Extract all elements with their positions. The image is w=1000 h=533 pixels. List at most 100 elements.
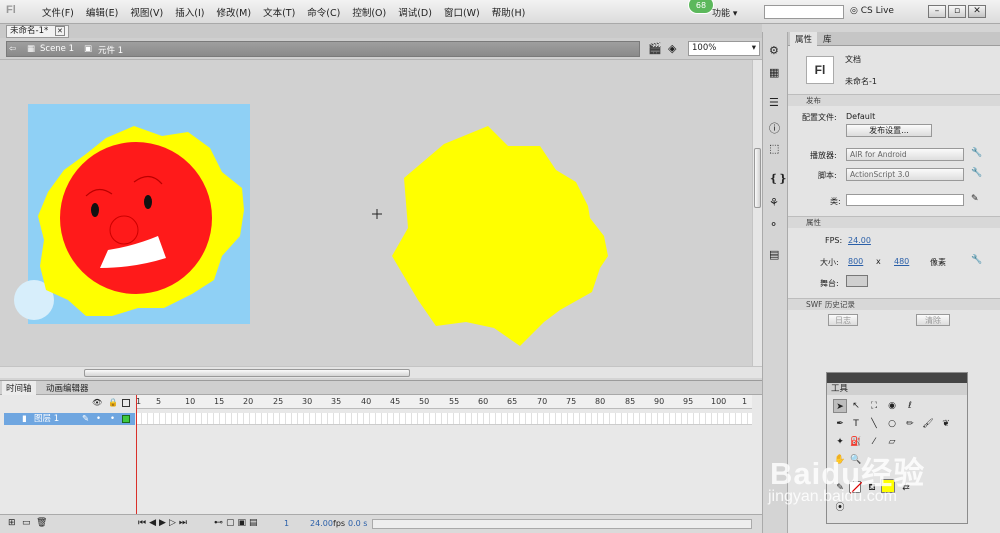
3d-rotation-tool-icon[interactable]: ◉: [885, 399, 899, 413]
tab-library[interactable]: 库: [818, 32, 837, 46]
wrench-icon[interactable]: 🔧: [971, 148, 982, 158]
ruler-tick: 50: [419, 397, 430, 406]
horizontal-scroll-thumb[interactable]: [84, 369, 410, 377]
lasso-tool-icon[interactable]: ℓ: [903, 399, 917, 413]
outline-icon[interactable]: [122, 399, 130, 407]
onion-skin-icon[interactable]: ⊷▢▣▤: [214, 518, 261, 528]
menu-text[interactable]: 文本(T): [257, 5, 301, 19]
tab-close-icon[interactable]: ✕: [54, 26, 65, 36]
section-properties[interactable]: 属性: [788, 216, 1000, 228]
playback-controls-icon[interactable]: ⏮◀▶▷⏭: [138, 518, 190, 528]
paint-bucket-tool-icon[interactable]: ⛽: [849, 435, 863, 449]
back-arrow-icon[interactable]: ⇦: [9, 44, 16, 54]
bone-tool-icon[interactable]: ✦: [833, 435, 847, 449]
edit-symbols-icon[interactable]: ◈: [668, 42, 676, 55]
pen-tool-icon[interactable]: ✒: [833, 417, 847, 431]
swatches-icon[interactable]: ▦: [769, 66, 779, 79]
menu-insert[interactable]: 插入(I): [169, 5, 210, 19]
clear-button[interactable]: 清除: [916, 314, 950, 326]
menu-commands[interactable]: 命令(C): [301, 5, 346, 19]
code-snippets-icon[interactable]: ❴❵: [769, 172, 787, 185]
document-tab-label: 未命名-1*: [10, 26, 49, 36]
pencil-tool-icon[interactable]: ✏: [903, 417, 917, 431]
frame-rate[interactable]: 24.00: [310, 519, 333, 528]
new-folder-icon[interactable]: ▭: [22, 518, 31, 528]
breadcrumb-scene[interactable]: Scene 1: [40, 44, 74, 54]
publish-settings-button[interactable]: 发布设置...: [846, 124, 932, 137]
workspace-switcher[interactable]: 功能 ▾: [712, 6, 737, 19]
eyedropper-tool-icon[interactable]: ⁄: [867, 435, 881, 449]
subselection-tool-icon[interactable]: ↖: [849, 399, 863, 413]
tab-timeline[interactable]: 时间轴: [2, 381, 36, 395]
timeline-horizontal-scrollbar[interactable]: [372, 519, 752, 529]
text-tool-icon[interactable]: T: [849, 417, 863, 431]
transform-icon[interactable]: ⬚: [769, 142, 779, 155]
stage-color-swatch[interactable]: [846, 275, 868, 287]
restore-icon[interactable]: ▫: [948, 5, 966, 18]
zoom-select[interactable]: 100% ▾: [688, 41, 760, 56]
lock-dot[interactable]: •: [110, 413, 115, 425]
outline-color-swatch[interactable]: [122, 415, 130, 423]
timeline-ruler[interactable]: 1 5 10 15 20 25 30 35 40 45 50 55 60 65 …: [136, 395, 752, 409]
menu-help[interactable]: 帮助(H): [486, 5, 532, 19]
vertical-scroll-thumb[interactable]: [754, 148, 761, 208]
motion-presets-icon[interactable]: ⚬: [769, 218, 778, 231]
tools-title-bar[interactable]: [827, 373, 967, 383]
script-select[interactable]: ActionScript 3.0: [846, 168, 964, 181]
pencil-icon[interactable]: ✎: [971, 194, 979, 204]
align-icon[interactable]: ☰: [769, 96, 779, 109]
line-tool-icon[interactable]: ╲: [867, 417, 881, 431]
deco-tool-icon[interactable]: ❦: [939, 417, 953, 431]
breadcrumb-symbol[interactable]: 元件 1: [98, 44, 123, 56]
new-layer-icon[interactable]: ⊞: [8, 518, 16, 528]
visibility-dot[interactable]: •: [96, 413, 101, 425]
free-transform-tool-icon[interactable]: ⛶: [867, 399, 881, 413]
section-publish[interactable]: 发布: [788, 94, 1000, 106]
layer-row[interactable]: ▮ 图层 1 ✎ • •: [4, 413, 135, 425]
height-value[interactable]: 480: [894, 257, 909, 266]
menu-control[interactable]: 控制(O): [346, 5, 392, 19]
cs-live-button[interactable]: ◎ CS Live: [850, 6, 894, 16]
playhead[interactable]: [136, 395, 137, 523]
eye-icon[interactable]: 👁: [92, 398, 102, 407]
menu-view[interactable]: 视图(V): [124, 5, 169, 19]
wrench-icon[interactable]: 🔧: [971, 168, 982, 178]
stage-vertical-scrollbar[interactable]: [752, 60, 762, 366]
components-icon[interactable]: ⚘: [769, 196, 779, 209]
section-swf-history[interactable]: SWF 历史记录: [788, 298, 1000, 310]
brush-tool-icon[interactable]: 🖌: [921, 417, 935, 431]
menu-edit[interactable]: 编辑(E): [80, 5, 124, 19]
search-input[interactable]: [764, 5, 844, 19]
library-icon[interactable]: ⚙: [769, 44, 779, 57]
eraser-tool-icon[interactable]: ▱: [885, 435, 899, 449]
stage[interactable]: [0, 60, 752, 366]
document-tab[interactable]: 未命名-1* ✕: [6, 25, 69, 38]
tab-properties[interactable]: 属性: [790, 32, 818, 46]
menu-file[interactable]: 文件(F): [36, 5, 80, 19]
history-icon[interactable]: ▤: [769, 248, 779, 261]
wrench-icon[interactable]: 🔧: [971, 255, 982, 265]
minimize-icon[interactable]: –: [928, 5, 946, 18]
stage-canvas: [14, 104, 608, 346]
menu-modify[interactable]: 修改(M): [210, 5, 257, 19]
info-icon[interactable]: ⓘ: [769, 120, 780, 136]
oval-tool-icon[interactable]: ○: [885, 417, 899, 431]
tab-motion-editor[interactable]: 动画编辑器: [42, 381, 93, 395]
zoom-value: 100%: [692, 43, 717, 53]
menu-window[interactable]: 窗口(W): [438, 5, 486, 19]
menu-debug[interactable]: 调试(D): [392, 5, 438, 19]
delete-layer-icon[interactable]: 🗑: [36, 518, 47, 528]
edit-scene-icon[interactable]: 🎬: [648, 42, 662, 55]
notification-badge[interactable]: 68: [688, 0, 714, 14]
menu-items: 文件(F) 编辑(E) 视图(V) 插入(I) 修改(M) 文本(T) 命令(C…: [36, 5, 531, 19]
class-input[interactable]: [846, 194, 964, 206]
log-button[interactable]: 日志: [828, 314, 858, 326]
frame-row[interactable]: [136, 413, 752, 425]
lock-icon[interactable]: 🔒: [108, 398, 118, 407]
close-icon[interactable]: ✕: [968, 5, 986, 18]
player-select[interactable]: AIR for Android: [846, 148, 964, 161]
width-value[interactable]: 800: [848, 257, 863, 266]
selection-tool-icon[interactable]: ➤: [833, 399, 847, 413]
stage-horizontal-scrollbar[interactable]: [0, 366, 762, 378]
fps-value[interactable]: 24.00: [848, 236, 871, 245]
